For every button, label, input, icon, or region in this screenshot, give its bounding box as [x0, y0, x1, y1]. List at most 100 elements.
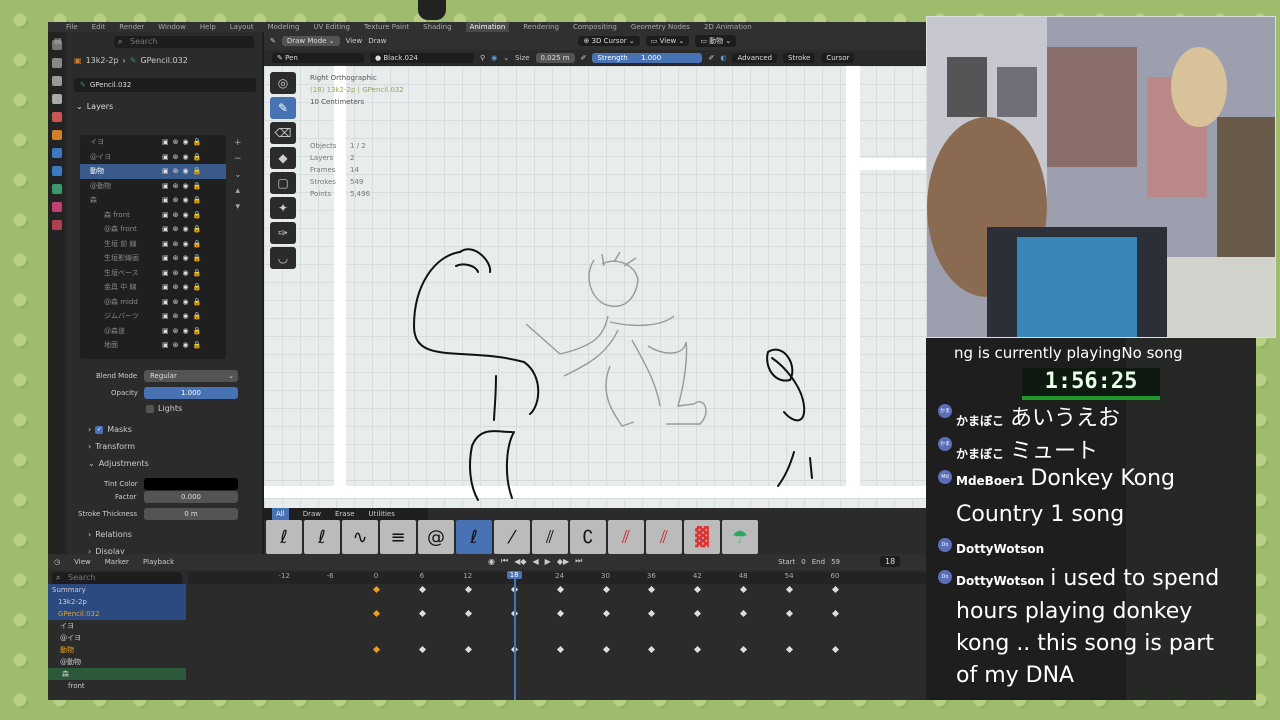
brush-thumbnail[interactable]: ⫽: [608, 520, 644, 554]
brush-tab[interactable]: Draw: [303, 508, 321, 520]
chevron-down-icon[interactable]: ⌄: [503, 54, 509, 62]
eye-icon[interactable]: ◉: [183, 211, 189, 219]
onion-skin-icon[interactable]: ⊛: [173, 240, 179, 248]
brush-tab[interactable]: All: [272, 508, 289, 520]
menu-item[interactable]: Window: [158, 22, 186, 32]
keyframe[interactable]: [648, 609, 656, 618]
data-block-field[interactable]: ✎ GPencil.032: [74, 78, 256, 92]
pressure-icon[interactable]: ✐: [581, 54, 587, 62]
keyframe[interactable]: [831, 609, 840, 618]
keyframe[interactable]: [556, 609, 564, 618]
brush-thumbnail-selected[interactable]: ℓ: [456, 520, 492, 554]
onion-skin-icon[interactable]: ⊛: [173, 327, 179, 335]
menu-item[interactable]: Rendering: [523, 22, 559, 32]
record-icon[interactable]: ◉: [488, 557, 495, 566]
lock-icon[interactable]: 🔒: [193, 225, 202, 233]
eye-icon[interactable]: ◉: [183, 283, 189, 291]
keyframe[interactable]: [648, 645, 656, 654]
menu-item[interactable]: Modeling: [268, 22, 300, 32]
brush-thumbnail[interactable]: ≡: [380, 520, 416, 554]
playhead-frame-label[interactable]: 18: [506, 571, 522, 579]
channel-row[interactable]: イヨ: [48, 620, 186, 632]
eye-icon[interactable]: ◉: [183, 254, 189, 262]
tint-tool-icon[interactable]: ✦: [270, 197, 296, 219]
scene-tab-icon[interactable]: [52, 112, 62, 122]
editor-type-icon[interactable]: ◷: [54, 558, 60, 566]
eye-icon[interactable]: ◉: [183, 240, 189, 248]
3d-viewport[interactable]: ◎ ✎ ⌫ ◆ ▢ ✦ ✑ ◡ Right Orthographic (18) …: [264, 66, 928, 508]
jump-end-icon[interactable]: ⏭: [575, 556, 582, 566]
menu-item[interactable]: File: [66, 22, 78, 32]
channel-row[interactable]: @イヨ: [48, 632, 186, 644]
stroke-menu[interactable]: Stroke: [783, 53, 816, 63]
eye-icon[interactable]: ◉: [183, 341, 189, 349]
lock-icon[interactable]: 🔒: [193, 167, 202, 175]
keyframe[interactable]: [740, 585, 748, 594]
onion-skin-icon[interactable]: ⊛: [173, 254, 179, 262]
mask-icon[interactable]: ▣: [162, 138, 169, 146]
texture-tab-icon[interactable]: [52, 220, 62, 230]
eye-icon[interactable]: ◉: [183, 167, 189, 175]
keyframe[interactable]: [556, 645, 564, 654]
keyframe[interactable]: [556, 585, 564, 594]
mask-icon[interactable]: ▣: [162, 153, 169, 161]
eye-icon[interactable]: ◉: [183, 182, 189, 190]
move-down-icon[interactable]: ▾: [236, 202, 241, 212]
lock-icon[interactable]: 🔒: [193, 138, 202, 146]
mask-icon[interactable]: ▣: [162, 196, 169, 204]
onion-skin-icon[interactable]: ⊛: [173, 138, 179, 146]
keyframe[interactable]: [694, 609, 702, 618]
eye-icon[interactable]: ◉: [183, 138, 189, 146]
opacity-slider[interactable]: 1.000: [144, 387, 238, 399]
brush-thumbnail[interactable]: ▓: [684, 520, 720, 554]
erase-tool-icon[interactable]: ⌫: [270, 122, 296, 144]
onion-skin-icon[interactable]: ⊛: [173, 167, 179, 175]
jump-start-icon[interactable]: ⏮: [501, 556, 508, 566]
menu-item[interactable]: Help: [200, 22, 216, 32]
frame-range-end[interactable]: 59: [831, 558, 840, 566]
lock-icon[interactable]: 🔒: [193, 312, 202, 320]
box-tool-icon[interactable]: ▢: [270, 172, 296, 194]
collection-select[interactable]: ▭ 動物 ⌄: [695, 35, 737, 47]
eye-icon[interactable]: ◉: [183, 196, 189, 204]
lock-icon[interactable]: 🔒: [193, 254, 202, 262]
pin-icon[interactable]: ⚲: [480, 54, 485, 62]
eyedropper-tool-icon[interactable]: ✑: [270, 222, 296, 244]
advanced-menu[interactable]: Advanced: [732, 53, 778, 63]
keyframe[interactable]: [694, 645, 702, 654]
remove-layer-icon[interactable]: −: [234, 154, 242, 164]
blend-mode-select[interactable]: Regular ⌄: [144, 370, 238, 382]
curve-tool-icon[interactable]: ◡: [270, 247, 296, 269]
layer-row[interactable]: イヨ ▣ ⊛ ◉ 🔒: [80, 135, 226, 150]
channel-row[interactable]: @動物: [48, 656, 186, 668]
layers-panel-header[interactable]: ⌄ Layers: [76, 102, 113, 111]
brush-thumbnail[interactable]: @: [418, 520, 454, 554]
layer-row[interactable]: 地面 ▣ ⊛ ◉ 🔒: [80, 338, 226, 353]
lock-icon[interactable]: 🔒: [193, 269, 202, 277]
onion-skin-icon[interactable]: ⊛: [173, 182, 179, 190]
editor-type-icon[interactable]: ▤: [54, 36, 62, 45]
onion-skin-icon[interactable]: ⊛: [173, 283, 179, 291]
next-key-icon[interactable]: ◆▶: [557, 557, 569, 566]
output-tab-icon[interactable]: [52, 76, 62, 86]
brush-tab[interactable]: Erase: [335, 508, 355, 520]
keyframe[interactable]: [786, 609, 794, 618]
channel-row[interactable]: 動物: [48, 644, 186, 656]
effects-tab-icon[interactable]: [52, 166, 62, 176]
layer-row[interactable]: @森道 ▣ ⊛ ◉ 🔒: [80, 324, 226, 339]
mask-icon[interactable]: ▣: [162, 254, 169, 262]
adjustments-panel-header[interactable]: ⌄ Adjustments: [88, 459, 149, 468]
keyframe[interactable]: [648, 585, 656, 594]
toggle-icon[interactable]: ◐: [720, 54, 726, 62]
lock-icon[interactable]: 🔒: [193, 327, 202, 335]
menu-item[interactable]: Compositing: [573, 22, 617, 32]
brush-thumbnail[interactable]: ∁: [570, 520, 606, 554]
current-frame-field[interactable]: 18: [880, 556, 901, 567]
masks-panel-header[interactable]: › ✓ Masks: [88, 425, 132, 434]
channel-row[interactable]: GPencil.032: [48, 608, 186, 620]
keyframe[interactable]: [372, 609, 381, 618]
factor-slider[interactable]: 0.000: [144, 491, 238, 503]
mask-icon[interactable]: ▣: [162, 182, 169, 190]
stroke-thickness-field[interactable]: 0 m: [144, 508, 238, 520]
modifier-tab-icon[interactable]: [52, 148, 62, 158]
